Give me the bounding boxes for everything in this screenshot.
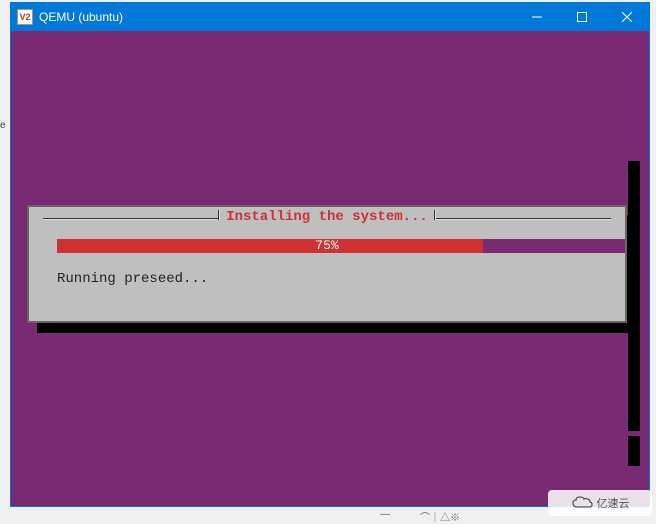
minimize-button[interactable] bbox=[514, 3, 559, 31]
progress-percent-label: 75% bbox=[29, 239, 625, 253]
dialog-title-bar: Installing the system... bbox=[29, 213, 625, 225]
bottom-fragments: — ⌒｜△※ bbox=[380, 509, 500, 519]
watermark: 亿速云 bbox=[548, 490, 652, 516]
background-fragment bbox=[628, 161, 640, 431]
background-fragment bbox=[628, 436, 640, 466]
vm-display: Installing the system... 75% Running pre… bbox=[11, 31, 649, 506]
watermark-text: 亿速云 bbox=[597, 495, 630, 511]
edge-fragment: e bbox=[0, 120, 8, 132]
dialog-title: Installing the system... bbox=[220, 209, 434, 225]
maximize-button[interactable] bbox=[559, 3, 604, 31]
installer-dialog: Installing the system... 75% Running pre… bbox=[27, 205, 627, 323]
cloud-icon bbox=[571, 496, 593, 510]
window-titlebar[interactable]: V2 QEMU (ubuntu) bbox=[11, 3, 649, 31]
window-controls bbox=[514, 3, 649, 31]
vnc-icon: V2 bbox=[17, 9, 33, 25]
close-button[interactable] bbox=[604, 3, 649, 31]
window-title: QEMU (ubuntu) bbox=[39, 10, 514, 24]
status-message: Running preseed... bbox=[57, 271, 208, 287]
qemu-window: V2 QEMU (ubuntu) Installing the system..… bbox=[10, 2, 650, 507]
